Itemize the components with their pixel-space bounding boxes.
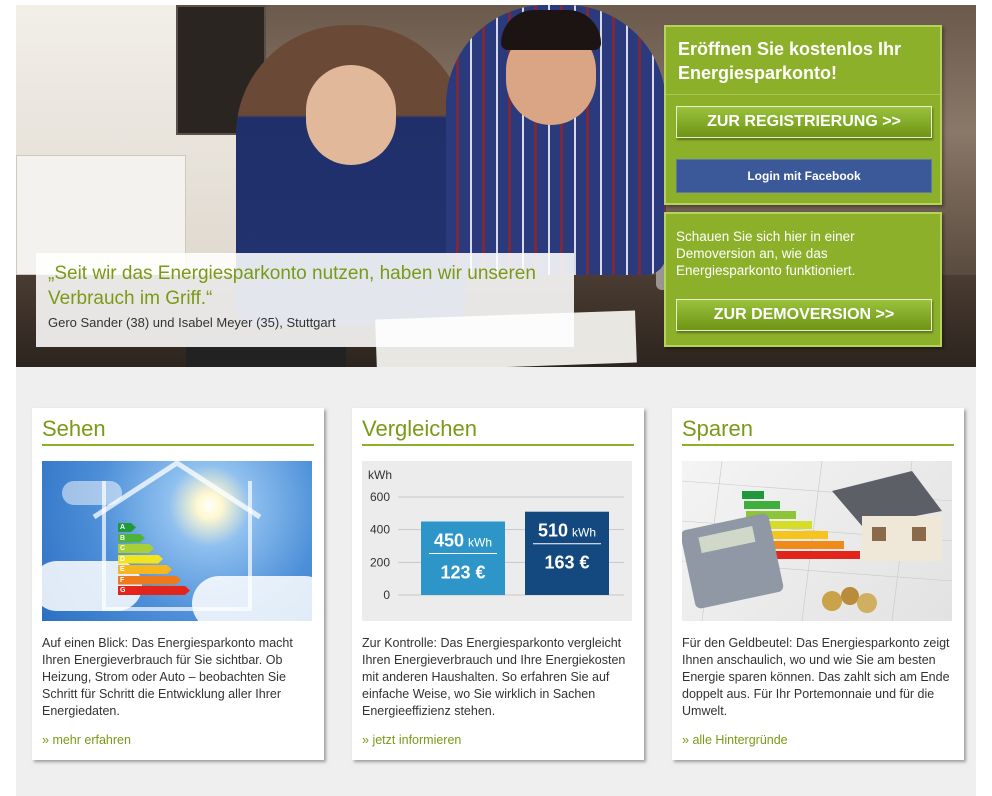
register-button[interactable]: ZUR REGISTRIERUNG >> xyxy=(676,106,932,138)
y-tick-label: 200 xyxy=(370,555,390,569)
card-title: Sparen xyxy=(682,408,954,446)
y-tick-label: 400 xyxy=(370,523,390,537)
energy-bar-d: D xyxy=(118,555,163,564)
energy-bar-g: G xyxy=(118,586,190,595)
bar-cost-label: 163 € xyxy=(544,553,589,573)
card-link-alle-hintergruende[interactable]: » alle Hintergründe xyxy=(682,733,788,747)
card-sehen: Sehen ABCDEFG Auf einen Blick: Das Energ… xyxy=(32,408,324,760)
bar-chart: kWh6004002000450 kWh123 €510 kWh163 € xyxy=(368,468,624,602)
card-text: Für den Geldbeutel: Das Energiesparkonto… xyxy=(682,636,950,718)
coins-icon xyxy=(822,587,877,613)
y-tick-label: 600 xyxy=(370,490,390,504)
signup-heading: Eröffnen Sie kostenlos Ihr Energiesparko… xyxy=(666,27,940,95)
calculator-house-illustration xyxy=(682,461,952,621)
energy-bar-f: F xyxy=(118,576,181,585)
signup-panel: Eröffnen Sie kostenlos Ihr Energiesparko… xyxy=(664,25,942,205)
testimonial-box: „Seit wir das Energiesparkonto nutzen, h… xyxy=(36,253,574,347)
y-tick-label: 0 xyxy=(383,588,390,602)
energy-bar-c: C xyxy=(118,544,154,553)
photo-man xyxy=(446,5,666,275)
card-title: Vergleichen xyxy=(362,408,634,446)
demo-panel: Schauen Sie sich hier in einer Demoversi… xyxy=(664,212,942,347)
card-text: Auf einen Blick: Das Energiesparkonto ma… xyxy=(42,636,293,718)
bar-cost-label: 123 € xyxy=(440,563,485,583)
card-sparen: Sparen Für den Geldbeutel: Das Energiesp… xyxy=(672,408,964,760)
features-section: Sehen ABCDEFG Auf einen Blick: Das Energ… xyxy=(16,367,976,796)
y-axis-label: kWh xyxy=(368,468,392,482)
savings-image xyxy=(682,461,952,621)
energy-house-image: ABCDEFG xyxy=(42,461,312,621)
testimonial-author: Gero Sander (38) und Isabel Meyer (35), … xyxy=(48,315,336,330)
energy-bar-e: E xyxy=(118,565,172,574)
chevron-right-icon: » xyxy=(362,733,369,747)
card-link-jetzt-informieren[interactable]: » jetzt informieren xyxy=(362,733,461,747)
calculator-icon xyxy=(682,513,784,609)
facebook-login-button[interactable]: Login mit Facebook xyxy=(676,159,932,193)
card-vergleichen: Vergleichen kWh 600 400 200 0 450 kWh 123 €510 k… xyxy=(352,408,644,760)
demo-text: Schauen Sie sich hier in einer Demoversi… xyxy=(676,229,856,278)
chevron-right-icon: » xyxy=(42,733,49,747)
card-text: Zur Kontrolle: Das Energiesparkonto verg… xyxy=(362,636,626,718)
chevron-right-icon: » xyxy=(682,733,689,747)
house-icon xyxy=(832,471,942,561)
testimonial-quote: „Seit wir das Energiesparkonto nutzen, h… xyxy=(48,263,536,309)
card-link-mehr-erfahren[interactable]: » mehr erfahren xyxy=(42,733,131,747)
demo-button[interactable]: ZUR DEMOVERSION >> xyxy=(676,299,932,331)
card-title: Sehen xyxy=(42,408,314,446)
comparison-chart: kWh 600 400 200 0 450 kWh 123 €510 kWh 163 € xyxy=(362,461,632,621)
energy-bar-b: B xyxy=(118,534,145,543)
